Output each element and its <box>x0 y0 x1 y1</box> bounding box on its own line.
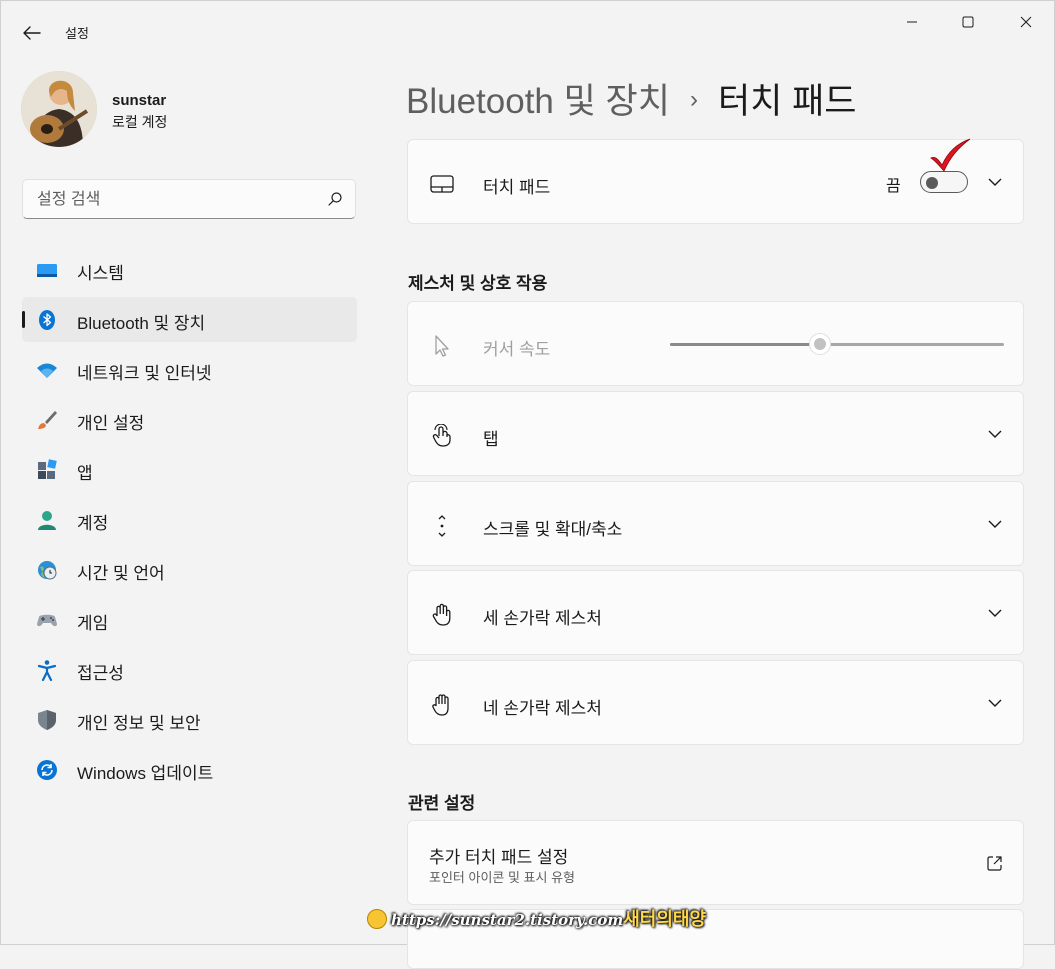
app-title: 설정 <box>65 26 89 41</box>
sidebar-item-apps[interactable]: 앱 <box>22 447 357 492</box>
user-name: sunstar <box>112 92 167 109</box>
sidebar-item-gaming[interactable]: 게임 <box>22 597 357 642</box>
gestures-section-title: 제스처 및 상호 작용 <box>408 274 548 293</box>
chevron-down-icon[interactable] <box>987 428 1003 440</box>
sidebar-item-label: 시간 및 언어 <box>77 564 165 583</box>
gamepad-icon <box>37 614 57 627</box>
sidebar-item-accessibility[interactable]: 접근성 <box>22 647 357 692</box>
touchpad-label: 터치 패드 <box>483 178 551 197</box>
back-button[interactable] <box>19 21 45 45</box>
tap-card[interactable]: 탭 <box>407 391 1024 476</box>
scroll-zoom-label: 스크롤 및 확대/축소 <box>483 520 623 539</box>
toggle-state-label: 끔 <box>886 178 901 195</box>
sidebar-item-system[interactable]: 시스템 <box>22 247 357 292</box>
chevron-down-icon[interactable] <box>987 176 1003 188</box>
three-finger-card[interactable]: 세 손가락 제스처 <box>407 570 1024 655</box>
sidebar-item-personalization[interactable]: 개인 설정 <box>22 397 357 442</box>
close-button[interactable] <box>1003 9 1049 35</box>
chevron-down-icon[interactable] <box>987 518 1003 530</box>
sidebar-item-label: Bluetooth 및 장치 <box>77 314 206 333</box>
avatar <box>21 71 97 147</box>
sidebar-item-label: 계정 <box>77 514 109 533</box>
four-finger-label: 네 손가락 제스처 <box>483 699 602 718</box>
maximize-button[interactable] <box>945 9 991 35</box>
brush-icon <box>38 411 57 429</box>
time-language-icon <box>38 561 57 580</box>
watermark-url: https://sunstar2.tistory.com <box>391 911 624 929</box>
scroll-icon <box>438 515 446 537</box>
tap-label: 탭 <box>483 430 499 449</box>
four-finger-icon <box>432 694 449 716</box>
slider-thumb[interactable] <box>809 333 832 355</box>
sidebar-item-bluetooth[interactable]: Bluetooth 및 장치 <box>22 297 357 342</box>
breadcrumb: Bluetooth 및 장치 › 터치 패드 <box>406 73 856 121</box>
search-input[interactable] <box>35 187 309 213</box>
cursor-speed-slider[interactable] <box>670 332 1004 356</box>
chevron-down-icon[interactable] <box>987 697 1003 709</box>
wifi-icon <box>37 363 57 378</box>
minimize-icon <box>907 21 917 23</box>
close-icon <box>1020 16 1032 28</box>
accessibility-icon <box>37 660 57 681</box>
three-finger-label: 세 손가락 제스처 <box>483 609 602 628</box>
sidebar-item-accounts[interactable]: 계정 <box>22 497 357 542</box>
sidebar-nav: 시스템 Bluetooth 및 장치 네트워크 및 인터넷 개인 설정 앱 계정… <box>22 247 357 797</box>
watermark: https://sunstar2.tistory.com새터의태양 <box>367 905 707 930</box>
sidebar-item-label: Windows 업데이트 <box>77 764 214 783</box>
sidebar-item-label: 네트워크 및 인터넷 <box>77 364 212 383</box>
system-icon <box>37 264 57 277</box>
four-finger-card[interactable]: 네 손가락 제스처 <box>407 660 1024 745</box>
related-section-title: 관련 설정 <box>408 794 476 813</box>
account-icon <box>38 511 56 530</box>
page-title: 터치 패드 <box>717 82 857 121</box>
minimize-button[interactable] <box>889 9 935 35</box>
sidebar-item-label: 앱 <box>77 464 93 483</box>
slider-fill <box>670 343 821 346</box>
sidebar-item-windows-update[interactable]: Windows 업데이트 <box>22 747 357 792</box>
more-touchpad-settings-title: 추가 터치 패드 설정 <box>429 848 569 867</box>
settings-window: 설정 sunstar 로컬 계정 설정 검색 시스템 Bluetooth 및 장… <box>0 0 1055 969</box>
three-finger-icon <box>432 603 451 626</box>
bluetooth-icon <box>39 310 55 330</box>
search-icon[interactable] <box>327 191 343 207</box>
red-checkmark-annotation <box>930 138 971 172</box>
shield-icon <box>38 710 56 730</box>
more-touchpad-settings-subtitle: 포인터 아이콘 및 표시 유형 <box>429 870 576 885</box>
breadcrumb-separator: › <box>689 86 698 113</box>
tap-icon <box>432 424 451 447</box>
smiley-icon <box>367 909 387 929</box>
toggle-knob <box>926 177 938 189</box>
more-touchpad-settings-card[interactable]: 추가 터치 패드 설정 포인터 아이콘 및 표시 유형 <box>407 820 1024 905</box>
back-arrow-icon <box>23 26 41 40</box>
watermark-site-name: 새터의태양 <box>623 909 707 930</box>
sidebar-item-label: 개인 설정 <box>77 414 145 433</box>
maximize-icon <box>962 16 974 28</box>
update-icon <box>37 760 57 780</box>
sidebar-item-label: 접근성 <box>77 664 124 683</box>
cursor-icon <box>435 335 449 357</box>
settings-search[interactable] <box>22 179 356 219</box>
touchpad-card[interactable]: 터치 패드 끔 <box>407 138 1024 224</box>
sidebar-item-label: 개인 정보 및 보안 <box>77 714 201 733</box>
sidebar-item-network[interactable]: 네트워크 및 인터넷 <box>22 347 357 392</box>
cursor-speed-label: 커서 속도 <box>483 340 551 359</box>
touchpad-icon <box>430 175 454 193</box>
active-indicator <box>22 311 25 328</box>
sidebar-item-privacy[interactable]: 개인 정보 및 보안 <box>22 697 357 742</box>
title-bar: 설정 <box>1 1 1054 63</box>
sidebar-item-time-language[interactable]: 시간 및 언어 <box>22 547 357 592</box>
sidebar-item-label: 게임 <box>77 614 109 633</box>
cursor-speed-card: 커서 속도 <box>407 301 1024 386</box>
sidebar-item-label: 시스템 <box>77 264 124 283</box>
chevron-down-icon[interactable] <box>987 607 1003 619</box>
touchpad-toggle[interactable] <box>920 171 968 193</box>
account-type: 로컬 계정 <box>112 114 168 130</box>
apps-icon <box>38 459 57 479</box>
external-link-icon[interactable] <box>986 855 1003 872</box>
scroll-zoom-card[interactable]: 스크롤 및 확대/축소 <box>407 481 1024 566</box>
breadcrumb-parent[interactable]: Bluetooth 및 장치 <box>406 82 670 121</box>
